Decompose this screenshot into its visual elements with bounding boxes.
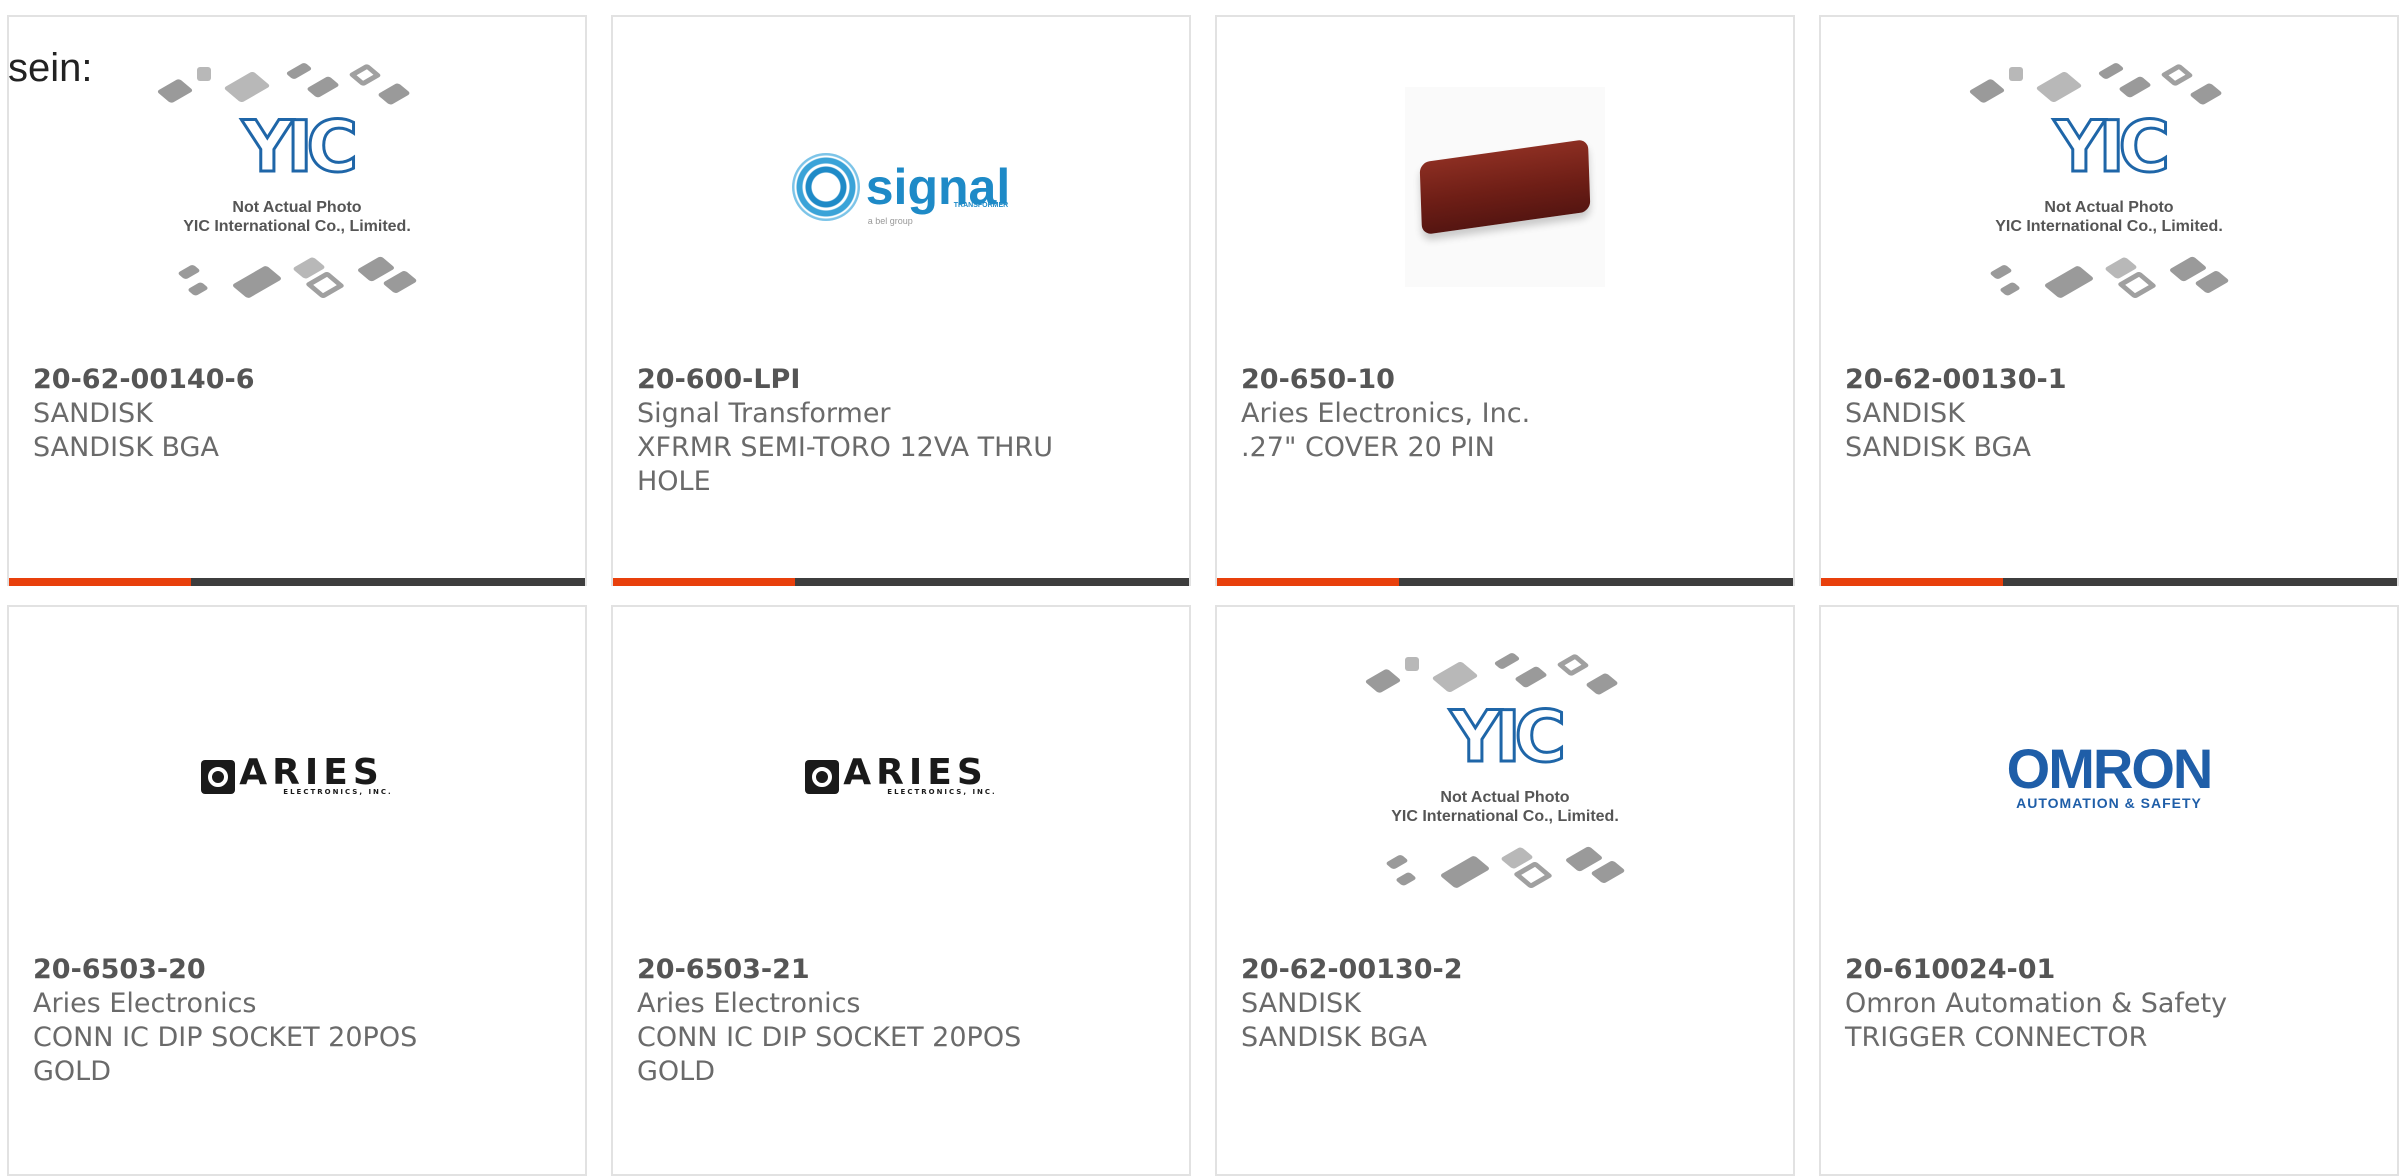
product-image[interactable]: ARIES ELECTRONICS, INC.	[613, 607, 1189, 947]
product-card[interactable]: signal TRANSFORMER a bel group 20-600-LP…	[611, 15, 1191, 586]
page-heading: sein:	[8, 46, 93, 90]
placeholder-image: YIC Not Actual Photo YIC International C…	[1968, 62, 2244, 312]
part-number[interactable]: 20-600-LPI	[637, 363, 1157, 397]
placeholder-caption: YIC International Co., Limited.	[183, 218, 411, 235]
accent-bar	[9, 578, 585, 586]
aries-mark-icon	[201, 760, 236, 794]
placeholder-caption: YIC International Co., Limited.	[1995, 218, 2223, 235]
signal-burst-icon	[791, 153, 860, 221]
product-card[interactable]: ARIES ELECTRONICS, INC. 20-6503-21 Aries…	[611, 605, 1191, 1176]
description: XFRMR SEMI-TORO 12VA THRU HOLE	[637, 432, 1053, 497]
accent-bar	[613, 578, 1189, 586]
accent-bar	[1217, 578, 1793, 586]
description: TRIGGER CONNECTOR	[1845, 1022, 2148, 1053]
product-image[interactable]: OMRON AUTOMATION & SAFETY	[1821, 607, 2397, 947]
product-image[interactable]	[1217, 17, 1793, 357]
placeholder-caption: Not Actual Photo	[1440, 789, 1570, 806]
product-image[interactable]: YIC Not Actual Photo YIC International C…	[1217, 607, 1793, 947]
aries-mark-icon	[805, 760, 840, 794]
accent-bar	[1821, 578, 2397, 586]
description: SANDISK BGA	[1241, 1022, 1427, 1053]
part-number[interactable]: 20-6503-20	[33, 953, 553, 987]
signal-transformer-logo: signal TRANSFORMER a bel group	[791, 153, 1010, 226]
manufacturer: Signal Transformer	[637, 398, 891, 429]
part-number[interactable]: 20-6503-21	[637, 953, 1157, 987]
part-number[interactable]: 20-62-00140-6	[33, 363, 553, 397]
product-card[interactable]: YIC Not Actual Photo YIC International C…	[1215, 605, 1795, 1176]
product-card[interactable]: YIC Not Actual Photo YIC International C…	[1819, 15, 2399, 586]
manufacturer: Aries Electronics	[637, 988, 861, 1019]
description: .27" COVER 20 PIN	[1241, 432, 1495, 463]
aries-logo: ARIES ELECTRONICS, INC.	[805, 755, 996, 796]
omron-logo: OMRON AUTOMATION & SAFETY	[2006, 737, 2214, 812]
product-image[interactable]: YIC Not Actual Photo YIC International C…	[1821, 17, 2397, 357]
manufacturer: Omron Automation & Safety	[1845, 988, 2228, 1019]
product-grid: YIC Not Actual Photo YIC International C…	[0, 0, 2400, 1176]
product-card[interactable]: YIC Not Actual Photo YIC International C…	[7, 15, 587, 586]
manufacturer: SANDISK	[1845, 398, 1965, 429]
product-card[interactable]: ARIES ELECTRONICS, INC. 20-6503-20 Aries…	[7, 605, 587, 1176]
placeholder-image: YIC Not Actual Photo YIC International C…	[156, 62, 432, 312]
manufacturer: Aries Electronics	[33, 988, 257, 1019]
placeholder-caption: YIC International Co., Limited.	[1391, 808, 1619, 825]
description: CONN IC DIP SOCKET 20POS GOLD	[637, 1022, 1022, 1087]
placeholder-caption: Not Actual Photo	[232, 199, 362, 216]
product-card[interactable]: OMRON AUTOMATION & SAFETY 20-610024-01 O…	[1819, 605, 2399, 1176]
placeholder-caption: Not Actual Photo	[2044, 199, 2174, 216]
description: CONN IC DIP SOCKET 20POS GOLD	[33, 1022, 418, 1087]
part-number[interactable]: 20-650-10	[1241, 363, 1761, 397]
product-image[interactable]: YIC Not Actual Photo YIC International C…	[9, 17, 585, 357]
placeholder-image: YIC Not Actual Photo YIC International C…	[1364, 652, 1640, 902]
product-image[interactable]: ARIES ELECTRONICS, INC.	[9, 607, 585, 947]
yic-logo: YIC	[2052, 106, 2171, 188]
product-photo	[1405, 87, 1605, 287]
description: SANDISK BGA	[33, 432, 219, 463]
description: SANDISK BGA	[1845, 432, 2031, 463]
yic-logo: YIC	[240, 106, 359, 188]
manufacturer: SANDISK	[1241, 988, 1361, 1019]
manufacturer: SANDISK	[33, 398, 153, 429]
product-card[interactable]: 20-650-10 Aries Electronics, Inc. .27" C…	[1215, 15, 1795, 586]
yic-logo: YIC	[1448, 696, 1567, 778]
part-number[interactable]: 20-62-00130-2	[1241, 953, 1761, 987]
product-image[interactable]: signal TRANSFORMER a bel group	[613, 17, 1189, 357]
part-number[interactable]: 20-62-00130-1	[1845, 363, 2365, 397]
part-number[interactable]: 20-610024-01	[1845, 953, 2365, 987]
manufacturer: Aries Electronics, Inc.	[1241, 398, 1531, 429]
aries-logo: ARIES ELECTRONICS, INC.	[201, 755, 392, 796]
